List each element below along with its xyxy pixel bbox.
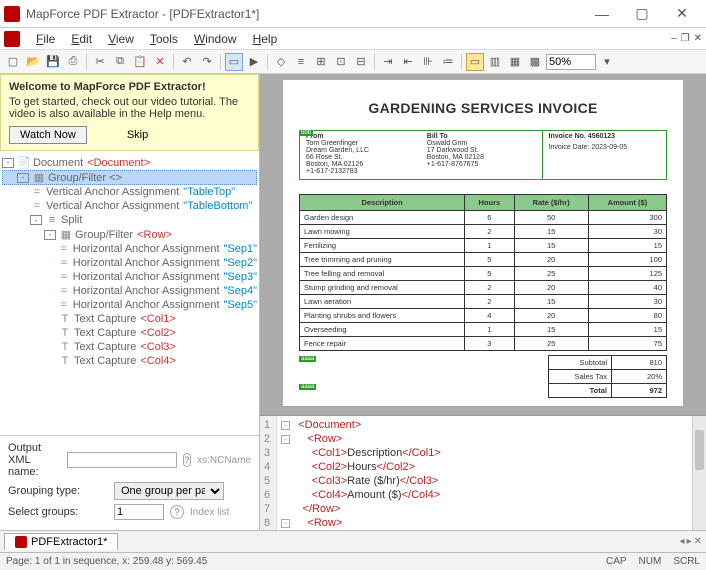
tab-close[interactable]: ✕ — [694, 536, 702, 547]
welcome-panel: Welcome to MapForce PDF Extractor! To ge… — [0, 74, 259, 151]
tree-row[interactable]: =Vertical Anchor Assignment"TableTop" — [2, 185, 257, 199]
invoice-table: DescriptionHoursRate ($/hr)Amount ($)Gar… — [299, 194, 667, 351]
mdi-close[interactable]: ✕ — [694, 33, 702, 44]
select-groups-label: Select groups: — [8, 506, 108, 518]
menu-window[interactable]: Window — [186, 30, 245, 48]
tool-a[interactable]: ◇ — [272, 53, 290, 71]
output-xml-label: Output XML name: — [8, 442, 61, 478]
pdf-page: GARDENING SERVICES INVOICE bbb FromTom G… — [283, 80, 683, 406]
output-xml-input[interactable] — [67, 452, 177, 468]
grouping-label: Grouping type: — [8, 485, 108, 497]
titlebar: MapForce PDF Extractor - [PDFExtractor1*… — [0, 0, 706, 28]
structure-tree[interactable]: -📄Document<Document>-▦Group/Filter <>=Ve… — [0, 151, 259, 435]
help-icon[interactable]: ? — [170, 505, 184, 519]
right-pane: GARDENING SERVICES INVOICE bbb FromTom G… — [260, 74, 706, 530]
saveall-button[interactable]: ⎙ — [64, 53, 82, 71]
tool-c[interactable]: ⊞ — [312, 53, 330, 71]
mdi-restore[interactable]: ❐ — [681, 33, 690, 44]
copy-button[interactable]: ⧉ — [111, 53, 129, 71]
view-2[interactable]: ▥ — [486, 53, 504, 71]
tree-row[interactable]: TText Capture<Col4> — [2, 354, 257, 368]
status-cap: CAP — [606, 556, 627, 567]
view-1[interactable]: ▭ — [466, 53, 484, 71]
new-button[interactable]: ▢ — [4, 53, 22, 71]
tree-row[interactable]: TText Capture<Col3> — [2, 340, 257, 354]
tree-row[interactable]: -≡Split — [2, 213, 257, 227]
output-xml-hint: xs:NCName — [197, 455, 251, 466]
select-groups-hint: Index list — [190, 507, 229, 518]
left-pane: Welcome to MapForce PDF Extractor! To ge… — [0, 74, 260, 530]
tree-row[interactable]: =Horizontal Anchor Assignment"Sep5" — [2, 298, 257, 312]
select-tool[interactable]: ▭ — [225, 53, 243, 71]
zoom-combo[interactable] — [546, 54, 596, 70]
xml-output-pane[interactable]: 12345678 - <Document>- <Row> <Col1>Descr… — [260, 415, 706, 530]
delete-button[interactable]: ✕ — [151, 53, 169, 71]
tool-i[interactable]: ≔ — [439, 53, 457, 71]
skip-button[interactable]: Skip — [117, 126, 158, 144]
pdf-canvas[interactable]: GARDENING SERVICES INVOICE bbb FromTom G… — [260, 74, 706, 415]
invoice-totals: aaaaSubtotal810 Sales Tax20% aaaaTotal97… — [299, 355, 667, 398]
doc-icon — [15, 536, 27, 548]
scrollbar[interactable] — [692, 416, 706, 530]
tool-b[interactable]: ≡ — [292, 53, 310, 71]
run-button[interactable]: ▶ — [245, 53, 263, 71]
invoice-header-box: bbb FromTom GreenfingerDream Garden, LLC… — [299, 130, 667, 180]
tab-prev[interactable]: ◂ — [680, 536, 685, 547]
redo-button[interactable]: ↷ — [198, 53, 216, 71]
menu-tools[interactable]: Tools — [142, 30, 186, 48]
tree-row[interactable]: =Horizontal Anchor Assignment"Sep4" — [2, 284, 257, 298]
tree-row[interactable]: -▦Group/Filter<Row> — [2, 227, 257, 242]
tool-g[interactable]: ⇤ — [399, 53, 417, 71]
window-title: MapForce PDF Extractor - [PDFExtractor1*… — [26, 7, 582, 21]
tree-row[interactable]: TText Capture<Col1> — [2, 312, 257, 326]
status-text: Page: 1 of 1 in sequence, x: 259.48 y: 5… — [6, 556, 207, 567]
view-3[interactable]: ▦ — [506, 53, 524, 71]
maximize-button[interactable]: ▢ — [622, 3, 662, 25]
tree-row[interactable]: =Horizontal Anchor Assignment"Sep3" — [2, 270, 257, 284]
tab-pdfextractor1[interactable]: PDFExtractor1* — [4, 533, 118, 550]
properties-panel: Output XML name: ? xs:NCName Grouping ty… — [0, 435, 259, 530]
zoom-drop[interactable]: ▾ — [598, 53, 616, 71]
welcome-text: To get started, check out our video tuto… — [9, 96, 250, 120]
app-icon — [4, 6, 20, 22]
watch-now-button[interactable]: Watch Now — [9, 126, 87, 144]
menu-file[interactable]: File — [28, 30, 63, 48]
tree-row[interactable]: =Horizontal Anchor Assignment"Sep1" — [2, 242, 257, 256]
mdi-icon — [4, 31, 20, 47]
tool-e[interactable]: ⊟ — [352, 53, 370, 71]
tree-row[interactable]: -▦Group/Filter <> — [2, 170, 257, 185]
tree-row[interactable]: =Horizontal Anchor Assignment"Sep2" — [2, 256, 257, 270]
open-button[interactable]: 📂 — [24, 53, 42, 71]
cut-button[interactable]: ✂ — [91, 53, 109, 71]
menu-help[interactable]: Help — [245, 30, 286, 48]
mdi-minimize[interactable]: – — [671, 33, 677, 44]
tool-h[interactable]: ⊪ — [419, 53, 437, 71]
tool-f[interactable]: ⇥ — [379, 53, 397, 71]
view-4[interactable]: ▩ — [526, 53, 544, 71]
save-button[interactable]: 💾 — [44, 53, 62, 71]
menu-view[interactable]: View — [100, 30, 142, 48]
tool-d[interactable]: ⊡ — [332, 53, 350, 71]
tree-row[interactable]: -📄Document<Document> — [2, 155, 257, 170]
help-icon[interactable]: ? — [183, 453, 191, 467]
minimize-button[interactable]: — — [582, 3, 622, 25]
close-button[interactable]: ✕ — [662, 3, 702, 25]
tree-row[interactable]: =Vertical Anchor Assignment"TableBottom" — [2, 199, 257, 213]
invoice-title: GARDENING SERVICES INVOICE — [299, 100, 667, 116]
grouping-select[interactable]: One group per page — [114, 482, 224, 500]
tree-row[interactable]: TText Capture<Col2> — [2, 326, 257, 340]
undo-button[interactable]: ↶ — [178, 53, 196, 71]
menu-edit[interactable]: Edit — [63, 30, 100, 48]
paste-button[interactable]: 📋 — [131, 53, 149, 71]
document-tabs: PDFExtractor1* ◂ ▸ ✕ — [0, 530, 706, 552]
toolbar: ▢ 📂 💾 ⎙ ✂ ⧉ 📋 ✕ ↶ ↷ ▭ ▶ ◇ ≡ ⊞ ⊡ ⊟ ⇥ ⇤ ⊪ … — [0, 50, 706, 74]
select-groups-input[interactable] — [114, 504, 164, 520]
status-num: NUM — [639, 556, 662, 567]
tab-next[interactable]: ▸ — [687, 536, 692, 547]
status-scrl: SCRL — [673, 556, 700, 567]
menubar: FileEditViewToolsWindowHelp – ❐ ✕ — [0, 28, 706, 50]
statusbar: Page: 1 of 1 in sequence, x: 259.48 y: 5… — [0, 552, 706, 570]
welcome-title: Welcome to MapForce PDF Extractor! — [9, 81, 250, 93]
